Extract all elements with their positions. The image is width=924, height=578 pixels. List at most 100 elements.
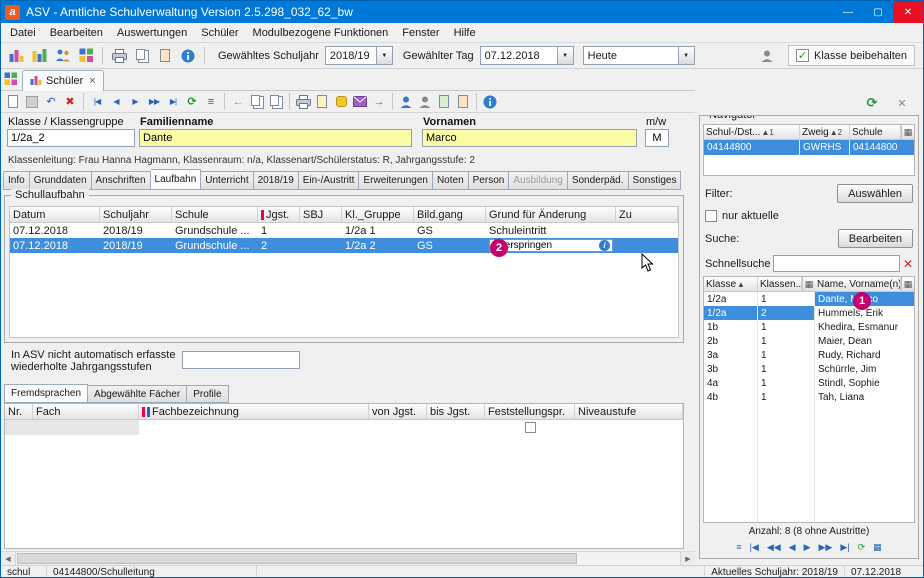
student-row[interactable]: 3a 1 Rudy, Richard (704, 348, 914, 362)
last-record-icon[interactable]: ▶| (840, 542, 849, 553)
vornamen-input[interactable] (422, 129, 637, 147)
col-fach[interactable]: Fach (33, 404, 139, 419)
auswaehlen-button[interactable]: Auswählen (837, 184, 913, 203)
col-schule[interactable]: Schule (850, 125, 901, 139)
laufbahn-row[interactable]: 07.12.2018 2018/19 Grundschule ... 1 1/2… (10, 223, 678, 238)
tab-noten[interactable]: Noten (433, 171, 469, 190)
scrollbar-thumb[interactable] (17, 553, 577, 564)
refresh-icon[interactable]: ⟳ (183, 93, 201, 111)
menu-datei[interactable]: Datei (3, 25, 43, 41)
fast-next-record-icon[interactable]: ▶▶ (145, 93, 163, 111)
first-record-icon[interactable]: |◀ (88, 93, 106, 111)
tab-laufbahn[interactable]: Laufbahn (151, 169, 202, 190)
titlebar[interactable]: a ASV - Amtliche Schulverwaltung Version… (1, 1, 923, 23)
info-icon[interactable] (178, 46, 198, 66)
tab-profile[interactable]: Profile (187, 385, 228, 403)
tab-unterricht[interactable]: Unterricht (201, 171, 253, 190)
menu-schueler[interactable]: Schüler (194, 25, 245, 41)
klasse-beibehalten-checkbox[interactable]: ✓ Klasse beibehalten (788, 45, 915, 66)
schuljahr-select[interactable]: 2018/19 ▼ (325, 46, 393, 65)
fremdsprachen-row[interactable] (5, 420, 683, 435)
back-icon[interactable]: ← (229, 93, 247, 111)
scroll-right-icon[interactable]: ▶ (680, 552, 695, 565)
col-grund[interactable]: Grund für Änderung (486, 207, 616, 222)
column-config-icon[interactable]: ▦ (802, 277, 815, 291)
clear-search-icon[interactable]: ✕ (903, 257, 913, 271)
student-row[interactable]: 4b 1 Tah, Liana (704, 390, 914, 404)
klasse-input[interactable] (7, 129, 135, 147)
module-close-icon[interactable]: ✕ (893, 94, 911, 112)
menu-auswertungen[interactable]: Auswertungen (110, 25, 194, 41)
menu-modulbezogene-funktionen[interactable]: Modulbezogene Funktionen (246, 25, 396, 41)
info-circle-icon[interactable]: i (599, 240, 610, 251)
next-record-icon[interactable]: ▶ (804, 542, 811, 553)
tab-ein-austritt[interactable]: Ein-/Austritt (299, 171, 360, 190)
user-icon[interactable] (757, 46, 777, 66)
col-datum[interactable]: Datum (10, 207, 100, 222)
col-schule[interactable]: Schule (172, 207, 258, 222)
col-zu[interactable]: Zu (616, 207, 678, 222)
fast-prev-record-icon[interactable]: ◀◀ (767, 542, 781, 553)
tab-person[interactable]: Person (469, 171, 510, 190)
module-students-icon[interactable] (7, 46, 27, 66)
module-teachers-icon[interactable] (53, 46, 73, 66)
feststellungspr-checkbox[interactable] (525, 422, 536, 433)
doc-export-icon[interactable] (435, 93, 453, 111)
menu-bearbeiten[interactable]: Bearbeiten (43, 25, 110, 41)
student-row[interactable]: 2b 1 Maier, Dean (704, 334, 914, 348)
col-niveaustufe[interactable]: Niveaustufe (575, 404, 683, 419)
col-jgst[interactable]: Jgst. (258, 207, 300, 222)
laufbahn-row-selected[interactable]: 07.12.2018 2018/19 Grundschule ... 2 1/2… (10, 238, 678, 253)
col-zweig[interactable]: Zweig▲2 (800, 125, 850, 139)
col-nr[interactable]: Nr. (5, 404, 33, 419)
dropdown-icon[interactable]: ▼ (376, 47, 392, 64)
last-record-icon[interactable]: ▶| (164, 93, 182, 111)
maximize-button[interactable]: ▢ (863, 1, 893, 23)
bearbeiten-button[interactable]: Bearbeiten (838, 229, 913, 248)
familienname-input[interactable] (139, 129, 412, 147)
mail-icon[interactable] (351, 93, 369, 111)
undo-icon[interactable]: ↶ (42, 93, 60, 111)
tag-date-select[interactable]: 07.12.2018 ▼ (480, 46, 574, 65)
checkbox-checked-icon[interactable]: ✓ (796, 49, 809, 62)
tab-sonstiges[interactable]: Sonstiges (629, 171, 682, 190)
print-icon[interactable] (294, 93, 312, 111)
add-student-icon[interactable] (397, 93, 415, 111)
export-icon[interactable]: → (370, 93, 388, 111)
new-record-icon[interactable] (4, 93, 22, 111)
dropdown-icon[interactable]: ▼ (557, 47, 573, 64)
first-record-icon[interactable]: |◀ (750, 542, 759, 553)
module-school-icon[interactable] (76, 46, 96, 66)
col-schuljahr[interactable]: Schuljahr (100, 207, 172, 222)
edit-document-icon[interactable] (155, 46, 175, 66)
student-row[interactable]: 3b 1 Schürrle, Jim (704, 362, 914, 376)
comment-icon[interactable] (332, 93, 350, 111)
column-config-icon[interactable]: ▦ (901, 277, 914, 291)
col-fachbezeichnung[interactable]: Fachbezeichnung (139, 404, 369, 419)
list-view-icon[interactable]: ≡ (736, 542, 741, 552)
tab-abgewaehlte-faecher[interactable]: Abgewählte Fächer (88, 385, 187, 403)
module-grid-icon[interactable] (4, 72, 19, 87)
col-von-jgst[interactable]: von Jgst. (369, 404, 427, 419)
tab-info[interactable]: Info (3, 171, 30, 190)
refresh-icon[interactable]: ⟳ (858, 542, 866, 553)
delete-record-icon[interactable]: ✖ (61, 93, 79, 111)
schnellsuche-input[interactable] (773, 255, 900, 272)
tab-grunddaten[interactable]: Grunddaten (30, 171, 92, 190)
tab-schuljahr[interactable]: 2018/19 (254, 171, 299, 190)
horizontal-scrollbar[interactable]: ◀ ▶ (1, 551, 695, 565)
col-kl-gruppe[interactable]: Kl._Gruppe (342, 207, 414, 222)
scroll-left-icon[interactable]: ◀ (1, 552, 16, 565)
print-icon[interactable] (109, 46, 129, 66)
fast-next-record-icon[interactable]: ▶▶ (819, 542, 833, 553)
student-row[interactable]: 1/2a 1 Dante, Marco (704, 292, 914, 306)
doc-import-icon[interactable] (454, 93, 472, 111)
next-record-icon[interactable]: ▶ (126, 93, 144, 111)
school-row-selected[interactable]: 04144800 GWRHS 04144800 (704, 140, 914, 155)
col-name[interactable]: Name, Vorname(n) (815, 277, 901, 291)
tab-anschriften[interactable]: Anschriften (92, 171, 151, 190)
close-button[interactable]: ✕ (893, 1, 923, 23)
wiederholte-input[interactable] (182, 351, 300, 369)
menu-fenster[interactable]: Fenster (395, 25, 446, 41)
mw-input[interactable] (645, 129, 669, 147)
